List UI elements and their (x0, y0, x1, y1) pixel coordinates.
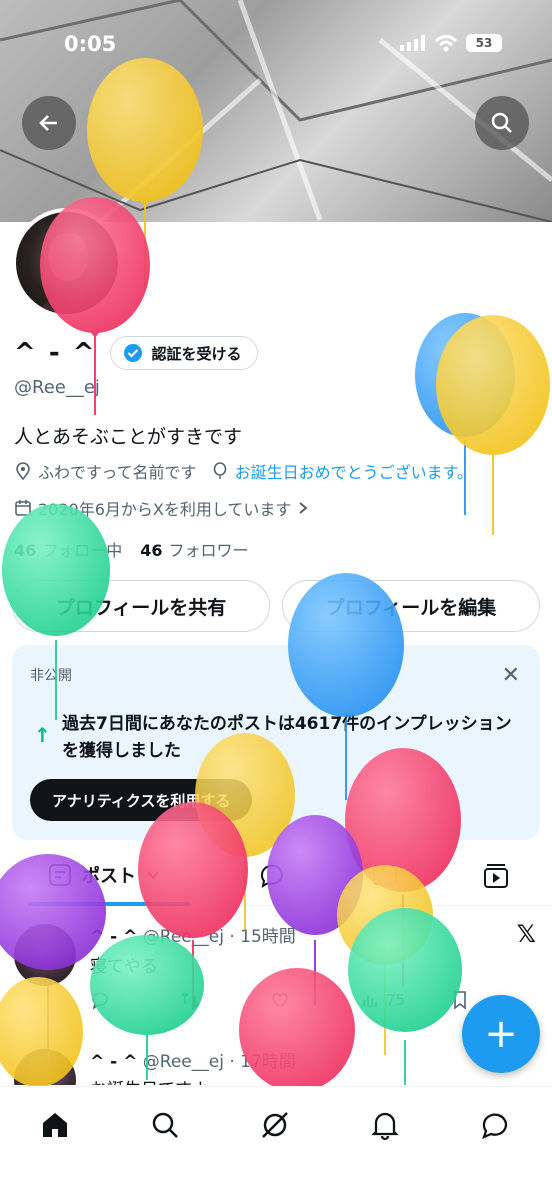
views-count: 75 (386, 991, 406, 1009)
follow-counts: 46 フォロー中 46 フォロワー (14, 537, 249, 561)
analytics-button[interactable]: アナリティクスを利用する (30, 779, 253, 821)
post-avatar[interactable] (14, 924, 76, 986)
back-button[interactable] (22, 96, 76, 150)
chevron-right-icon (299, 502, 308, 514)
balloon-blue (415, 313, 515, 515)
post-author-name: ^ - ^ (90, 927, 138, 947)
close-icon[interactable]: ✕ (502, 663, 520, 688)
tab-posts-label: ポスト (82, 866, 136, 887)
post-avatar[interactable] (14, 1049, 76, 1085)
birthday-text[interactable]: お誕生日おめでとうございます。 (235, 459, 473, 483)
back-arrow-icon (39, 115, 57, 131)
profile-tabs: ポスト (0, 852, 552, 906)
signal-icon (400, 35, 425, 51)
nav-notifications[interactable] (365, 1105, 405, 1145)
balloon-yellow (436, 315, 550, 535)
avatar-art (36, 233, 100, 314)
message-icon (482, 1113, 508, 1140)
post-author-handle: @Ree__ej (142, 1052, 224, 1072)
display-name: ^ - ^ (14, 338, 97, 368)
active-tab-indicator (28, 902, 190, 906)
nav-search[interactable] (145, 1105, 185, 1145)
followers-link[interactable]: 46 フォロワー (140, 537, 248, 561)
location-pin-icon (16, 462, 30, 480)
search-icon (152, 1112, 178, 1138)
reply-icon (92, 992, 108, 1010)
profile-handle: @Ree__ej (14, 377, 100, 398)
status-bar: 0:05 53 (0, 30, 552, 62)
following-link[interactable]: 46 フォロー中 (14, 537, 122, 561)
tab-replies[interactable] (258, 862, 286, 890)
reply-action[interactable] (90, 990, 180, 1010)
joined-date[interactable]: 2020年6月からXを利用しています (14, 496, 309, 520)
wifi-icon (434, 35, 458, 52)
x-logo-icon: 𝕏 (516, 920, 536, 948)
home-icon (43, 1113, 67, 1137)
name-row: ^ - ^ 認証を受ける (14, 336, 259, 370)
views-action[interactable]: 75 (360, 990, 450, 1010)
compose-post-button[interactable]: + (462, 995, 540, 1073)
search-icon (491, 112, 512, 133)
views-icon (363, 995, 377, 1007)
private-analytics-card: 非公開 ✕ ↑ 過去7日間にあなたのポストは4617件のインプレッションを獲得し… (12, 645, 540, 840)
chevron-down-icon (147, 871, 159, 880)
tab-video[interactable] (482, 862, 510, 890)
repost-icon (181, 991, 199, 1009)
get-verified-button[interactable]: 認証を受ける (110, 336, 259, 370)
following-count: 46 (14, 541, 37, 560)
profile-bio: 人とあそぶことがすきです (14, 426, 243, 448)
edit-profile-button[interactable]: プロフィールを編集 (282, 580, 540, 632)
share-profile-button[interactable]: プロフィールを共有 (12, 580, 270, 632)
media-icon (373, 865, 397, 885)
following-label: フォロー中 (42, 541, 123, 560)
post-text: 寝てやる (90, 957, 158, 977)
nav-grok[interactable] (255, 1105, 295, 1145)
post-text: お誕生日ですよー (90, 1075, 226, 1085)
impressions-message: 過去7日間にあなたのポストは4617件のインプレッションを獲得しました (62, 714, 512, 761)
calendar-icon (15, 500, 31, 516)
profile-avatar[interactable] (12, 208, 122, 318)
tab-posts[interactable]: ポスト (48, 862, 160, 888)
post-author-handle: @Ree__ej (142, 927, 224, 947)
followers-label: フォロワー (168, 541, 249, 560)
verified-badge-icon (124, 344, 143, 362)
arrow-up-icon: ↑ (34, 723, 51, 747)
joined-text: 2020年6月からXを利用しています (38, 500, 292, 519)
repost-action[interactable] (180, 990, 270, 1010)
post-separator: · (229, 1052, 235, 1072)
get-verified-label: 認証を受ける (151, 344, 242, 363)
reply-icon (260, 864, 283, 889)
nav-home[interactable] (35, 1105, 75, 1145)
balloon-icon (213, 462, 226, 479)
grok-icon (262, 1112, 288, 1138)
post-author-name: ^ - ^ (90, 1052, 138, 1072)
posts-icon (49, 864, 71, 886)
status-time: 0:05 (64, 32, 117, 56)
private-label: 非公開 (30, 668, 72, 684)
post-separator: · (229, 927, 235, 947)
battery-indicator: 53 (466, 34, 502, 52)
bookmark-icon (454, 991, 466, 1010)
post-time: 17時間 (240, 1052, 296, 1072)
post-header: ^ - ^ @Ree__ej · 15時間 (90, 922, 296, 947)
plus-icon: + (484, 1011, 518, 1057)
bell-icon (371, 1112, 399, 1141)
search-button[interactable] (475, 96, 529, 150)
nav-messages[interactable] (475, 1105, 515, 1145)
post-header: ^ - ^ @Ree__ej · 17時間 (90, 1047, 296, 1072)
followers-count: 46 (140, 541, 163, 560)
profile-meta: ふわですって名前です お誕生日おめでとうございます。 (14, 459, 473, 483)
video-icon (484, 864, 508, 888)
tab-media[interactable] (372, 862, 398, 888)
like-action[interactable] (270, 990, 360, 1010)
post-time: 15時間 (240, 927, 296, 947)
profile-location: ふわですって名前です (38, 463, 197, 482)
bottom-navigation (0, 1086, 552, 1200)
heart-icon (272, 993, 288, 1009)
